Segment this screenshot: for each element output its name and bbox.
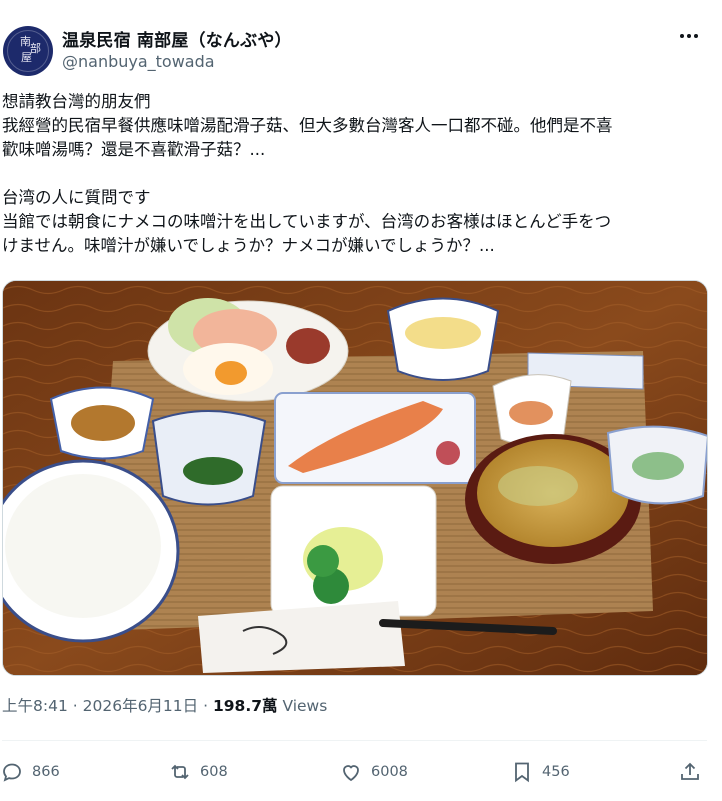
bookmark-icon (515, 762, 529, 783)
repost-icon (171, 764, 189, 780)
like-count: 6008 (371, 764, 408, 780)
meta-separator: · (203, 697, 209, 715)
views-label: Views (282, 697, 328, 715)
share-button[interactable] (678, 757, 702, 787)
bookmark-count: 456 (542, 764, 570, 780)
post-line: 我經營的民宿早餐供應味噌湯配滑子菇、但大多數台灣客人一口都不碰。他們是不喜 (2, 116, 613, 135)
post-photo[interactable] (2, 280, 708, 676)
post-date[interactable]: 2026年6月11日 (83, 697, 199, 715)
meta-separator: · (72, 697, 78, 715)
heart-icon (343, 765, 359, 782)
user-handle[interactable]: @nanbuya_towada (62, 52, 215, 71)
dot-icon (694, 34, 698, 38)
post-header: 南 部 屋 温泉民宿 南部屋（なんぶや） @nanbuya_towada (0, 18, 722, 80)
views-count: 198.7萬 (212, 697, 278, 715)
reply-count: 866 (32, 764, 60, 780)
breakfast-photo (3, 281, 707, 675)
repost-button[interactable]: 608 (168, 757, 228, 787)
repost-count: 608 (200, 764, 228, 780)
avatar[interactable]: 南 部 屋 (3, 26, 53, 76)
share-icon (681, 762, 699, 780)
post-line: 歡味噌湯嗎？還是不喜歡滑子菇？... (2, 140, 266, 159)
post-line: 当館では朝食にナメコの味噌汁を出していますが、台湾のお客様はほとんど手をつ (2, 212, 612, 231)
reply-icon (3, 763, 21, 782)
divider (2, 740, 707, 741)
action-bar: 866 608 6008 456 (0, 757, 722, 787)
post-text: 想請教台灣的朋友們 我經營的民宿早餐供應味噌湯配滑子菇、但大多數台灣客人一口都不… (2, 90, 712, 258)
dot-icon (687, 34, 691, 38)
more-options-button[interactable] (674, 24, 704, 48)
dot-icon (680, 34, 684, 38)
post-meta: 上午8:41 · 2026年6月11日 · 198.7萬 Views (2, 694, 327, 716)
display-name[interactable]: 温泉民宿 南部屋（なんぶや） (62, 26, 292, 51)
like-button[interactable]: 6008 (339, 757, 408, 787)
bookmark-button[interactable]: 456 (510, 757, 570, 787)
post-time[interactable]: 上午8:41 (2, 697, 68, 715)
post-line: 台湾の人に質問です (2, 188, 151, 207)
post-line: 想請教台灣的朋友們 (2, 92, 151, 111)
post-line: けません。味噌汁が嫌いでしょうか？ナメコが嫌いでしょうか？... (2, 236, 495, 255)
reply-button[interactable]: 866 (0, 757, 60, 787)
